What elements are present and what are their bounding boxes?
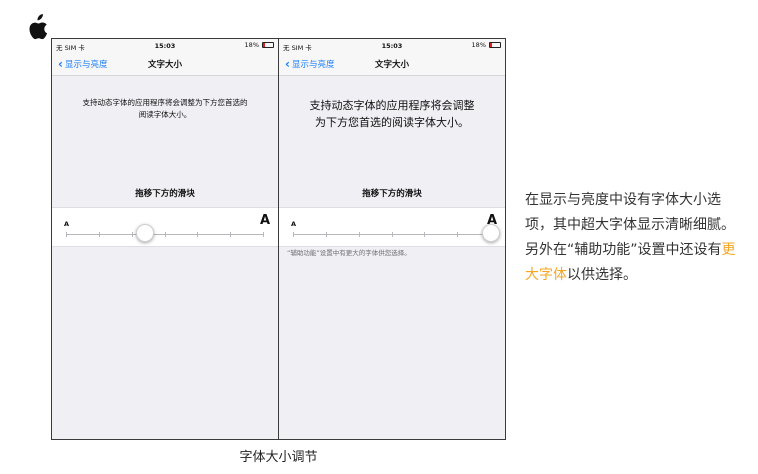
slider-tick: [66, 232, 67, 237]
text-size-slider[interactable]: A A: [52, 207, 278, 247]
slider-tick: [326, 232, 327, 237]
phone-screen-default: 无 SIM 卡 15:03 18% ‹ 显示与亮度 文字大小 支持动态字体的应用…: [52, 39, 278, 439]
slider-tick: [457, 232, 458, 237]
slider-tick: [293, 232, 294, 237]
battery-indicator: 18%: [245, 41, 274, 49]
slider-tick: [165, 232, 166, 237]
description-line-2: 阅读字体大小。: [138, 110, 192, 119]
battery-icon: [262, 42, 274, 48]
battery-percent: 18%: [244, 41, 259, 49]
slider-tick: [230, 232, 231, 237]
battery-icon: [489, 42, 501, 48]
figure-caption: 字体大小调节: [239, 450, 318, 465]
nav-bar: ‹ 显示与亮度 文字大小: [52, 53, 278, 76]
status-bar: 无 SIM 卡 15:03 18%: [52, 39, 278, 53]
large-a-label: A: [259, 213, 270, 228]
slider-tick: [132, 232, 133, 237]
description-text: 支持动态字体的应用程序将会调整为下方您首选的 阅读字体大小。: [52, 97, 278, 121]
battery-indicator: 18%: [472, 41, 501, 49]
slider-track[interactable]: [293, 232, 491, 237]
status-bar: 无 SIM 卡 15:03 18%: [279, 39, 505, 53]
slider-tick: [392, 232, 393, 237]
phone-screen-largest: 无 SIM 卡 15:03 18% ‹ 显示与亮度 文字大小 支持动态字体的应用…: [279, 39, 505, 439]
slider-knob[interactable]: [482, 224, 500, 242]
description-line-1: 支持动态字体的应用程序将会调整为下方您首选的: [82, 98, 248, 107]
accessibility-note: “辅助功能”设置中有更大的字体供您选择。: [287, 249, 411, 257]
nav-title: 文字大小: [147, 60, 182, 70]
small-a-label: A: [64, 220, 70, 228]
nav-title: 文字大小: [374, 60, 409, 70]
small-a-label: A: [291, 220, 297, 228]
drag-label: 拖移下方的滑块: [362, 189, 422, 199]
nav-bar: ‹ 显示与亮度 文字大小: [279, 53, 505, 76]
slider-tick: [424, 232, 425, 237]
slider-tick: [197, 232, 198, 237]
description-line-1: 支持动态字体的应用程序将会调整: [309, 99, 475, 112]
apple-logo-icon: [29, 14, 48, 40]
slider-knob[interactable]: [136, 224, 154, 242]
slider-tick: [263, 232, 264, 237]
side-text-part-1: 在显示与亮度中设有字体大小选项，其中超大字体显示清晰细腻。另外在“辅助功能”设置…: [525, 192, 735, 258]
side-text-part-2: 以供选择。: [567, 267, 637, 283]
text-size-slider[interactable]: A A: [279, 207, 505, 247]
drag-label: 拖移下方的滑块: [135, 189, 195, 199]
slider-tick: [359, 232, 360, 237]
description-line-2: 为下方您首选的阅读字体大小。: [315, 116, 469, 129]
slider-track[interactable]: [66, 232, 264, 237]
battery-percent: 18%: [471, 41, 486, 49]
side-description: 在显示与亮度中设有字体大小选项，其中超大字体显示清晰细腻。另外在“辅助功能”设置…: [525, 188, 745, 288]
screenshots-frame: 无 SIM 卡 15:03 18% ‹ 显示与亮度 文字大小 支持动态字体的应用…: [51, 38, 506, 440]
slider-tick: [99, 232, 100, 237]
description-text: 支持动态字体的应用程序将会调整 为下方您首选的阅读字体大小。: [279, 97, 505, 131]
